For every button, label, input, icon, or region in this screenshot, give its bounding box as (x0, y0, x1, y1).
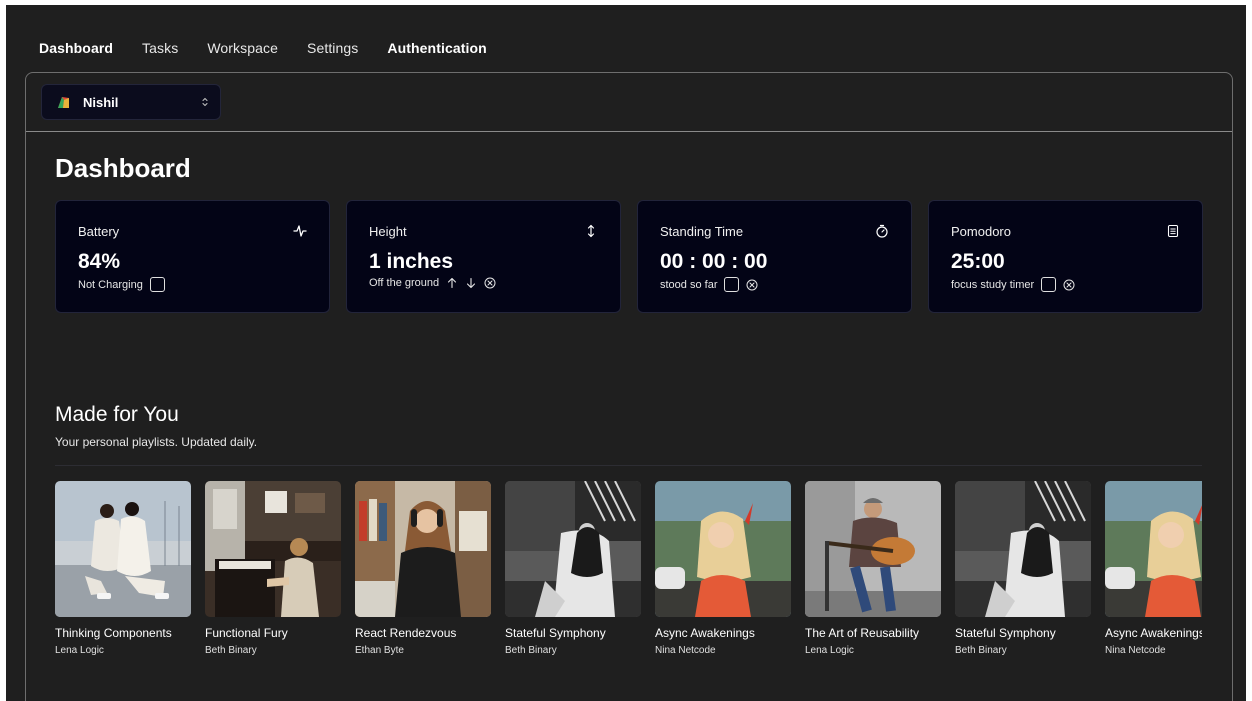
album-cover (655, 481, 791, 617)
arrow-up-icon[interactable] (446, 277, 458, 289)
album-artist: Beth Binary (955, 645, 1007, 656)
album-title: Functional Fury (205, 626, 288, 640)
nav-dashboard[interactable]: Dashboard (39, 40, 113, 56)
album-cover (205, 481, 341, 617)
arrow-down-icon[interactable] (465, 277, 477, 289)
card-title: Standing Time (660, 224, 744, 239)
album-title: Stateful Symphony (955, 626, 1056, 640)
album-artist: Nina Netcode (1105, 645, 1166, 656)
card-sub: Not Charging (78, 277, 165, 292)
nav-settings[interactable]: Settings (307, 40, 358, 56)
album-row: Thinking Components Lena Logic Functiona… (55, 481, 1202, 681)
card-sub: focus study timer (951, 277, 1075, 292)
pomodoro-status: focus study timer (951, 278, 1035, 291)
chevrons-up-down-icon (200, 96, 210, 108)
album-cover (55, 481, 191, 617)
card-sub: stood so far (660, 277, 758, 292)
album-card[interactable]: React Rendezvous Ethan Byte (355, 481, 491, 656)
album-cover (805, 481, 941, 617)
circle-x-icon[interactable] (484, 277, 496, 289)
height-status: Off the ground (369, 277, 440, 289)
album-title: Async Awakenings (655, 626, 755, 640)
standing-time-value: 00 : 00 : 00 (660, 250, 768, 273)
clipboard-icon (1166, 224, 1180, 238)
album-artist: Lena Logic (55, 645, 104, 656)
album-artist: Ethan Byte (355, 645, 404, 656)
standing-time-card: Standing Time 00 : 00 : 00 stood so far (637, 200, 912, 313)
album-artist: Beth Binary (205, 645, 257, 656)
pomodoro-card: Pomodoro 25:00 focus study timer (928, 200, 1203, 313)
app-window: Dashboard Tasks Workspace Settings Authe… (6, 5, 1246, 701)
panel-header: Nishil (26, 73, 1232, 132)
section-subtitle: Your personal playlists. Updated daily. (55, 435, 258, 449)
battery-card: Battery 84% Not Charging (55, 200, 330, 313)
album-title: The Art of Reusability (805, 626, 920, 640)
divider (55, 465, 1202, 466)
stat-cards: Battery 84% Not Charging Height 1 inches… (55, 200, 1203, 313)
album-artist: Nina Netcode (655, 645, 716, 656)
team-logo-icon (57, 96, 70, 109)
nav-authentication[interactable]: Authentication (387, 40, 486, 56)
standing-status: stood so far (660, 278, 718, 291)
card-title: Height (369, 224, 407, 239)
album-artist: Lena Logic (805, 645, 854, 656)
battery-value: 84% (78, 250, 121, 273)
page-title: Dashboard (55, 153, 191, 183)
circle-x-icon[interactable] (746, 279, 758, 291)
album-title: Async Awakenings (1105, 626, 1202, 640)
album-card[interactable]: Functional Fury Beth Binary (205, 481, 341, 656)
album-title: Thinking Components (55, 626, 172, 640)
album-card[interactable]: Stateful Symphony Beth Binary (505, 481, 641, 656)
card-sub: Off the ground (369, 277, 496, 289)
album-cover (1105, 481, 1202, 617)
album-title: React Rendezvous (355, 626, 457, 640)
card-title: Pomodoro (951, 224, 1011, 239)
team-name: Nishil (83, 94, 119, 110)
top-navigation: Dashboard Tasks Workspace Settings Authe… (39, 38, 487, 58)
album-card[interactable]: Async Awakenings Nina Netcode (655, 481, 791, 656)
team-switcher[interactable]: Nishil (41, 84, 221, 120)
height-card: Height 1 inches Off the ground (346, 200, 621, 313)
height-value: 1 inches (369, 250, 454, 273)
charging-checkbox[interactable] (149, 277, 165, 292)
pomodoro-checkbox[interactable] (1041, 277, 1057, 292)
album-card[interactable]: Stateful Symphony Beth Binary (955, 481, 1091, 656)
circle-x-icon[interactable] (1063, 279, 1075, 291)
album-cover (355, 481, 491, 617)
stopwatch-icon (875, 224, 889, 238)
standing-checkbox[interactable] (724, 277, 740, 292)
album-title: Stateful Symphony (505, 626, 606, 640)
album-cover (505, 481, 641, 617)
activity-icon (293, 224, 307, 238)
section-title: Made for You (55, 403, 179, 426)
album-artist: Beth Binary (505, 645, 557, 656)
nav-workspace[interactable]: Workspace (207, 40, 278, 56)
nav-tasks[interactable]: Tasks (142, 40, 178, 56)
card-title: Battery (78, 224, 120, 239)
album-card[interactable]: Thinking Components Lena Logic (55, 481, 191, 656)
pomodoro-value: 25:00 (951, 250, 1005, 273)
album-card[interactable]: Async Awakenings Nina Netcode (1105, 481, 1202, 656)
arrow-up-down-icon (584, 224, 598, 238)
battery-status: Not Charging (78, 278, 143, 291)
album-cover (955, 481, 1091, 617)
main-panel: Nishil Dashboard Battery 84% Not Chargin… (25, 72, 1233, 701)
album-card[interactable]: The Art of Reusability Lena Logic (805, 481, 941, 656)
